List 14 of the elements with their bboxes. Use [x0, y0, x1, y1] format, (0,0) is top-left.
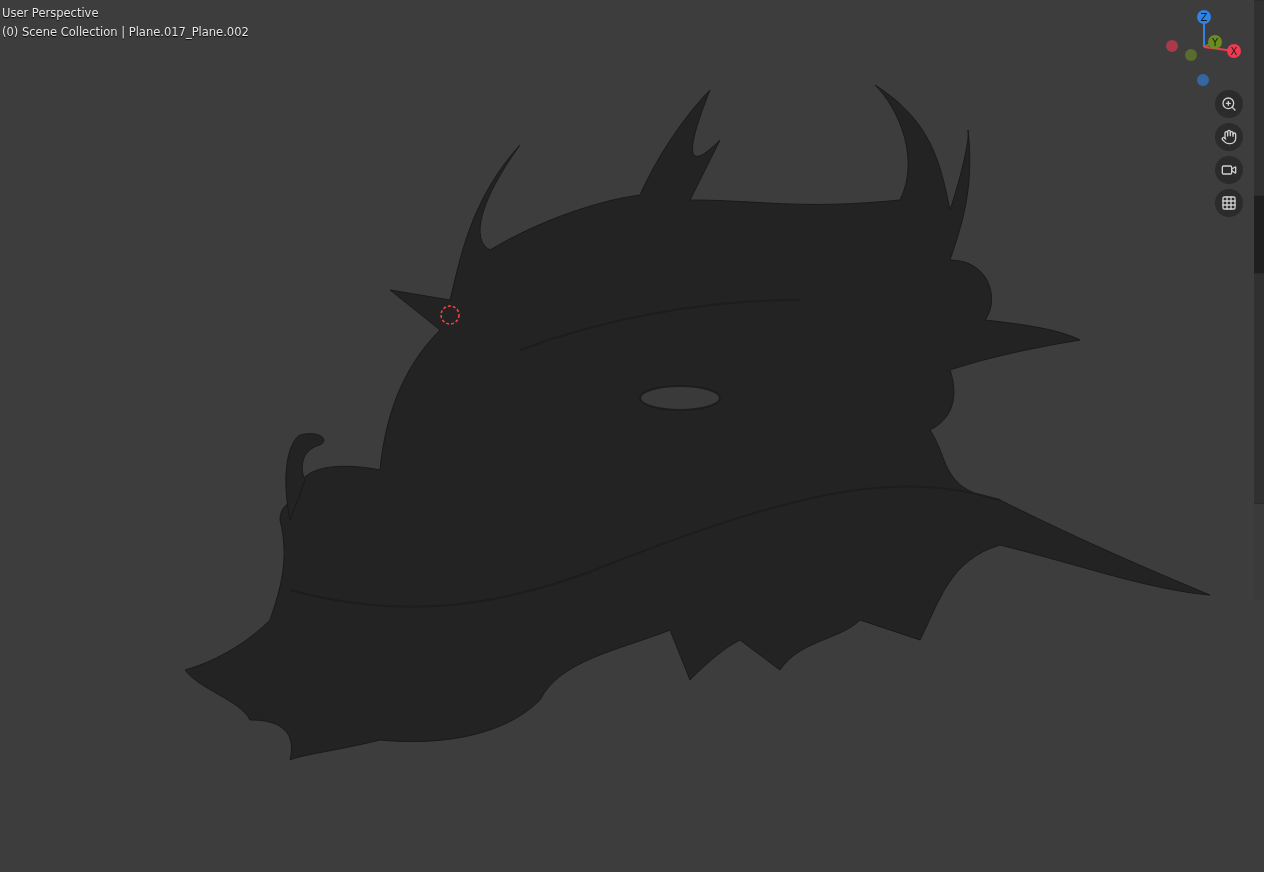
axis-gizmo[interactable]: Z Y X	[1160, 0, 1250, 95]
axis-handle[interactable]: Y	[1208, 35, 1222, 49]
camera-icon[interactable]	[1215, 156, 1243, 184]
negative-axis-dot[interactable]	[1166, 40, 1178, 52]
axis-handle[interactable]: Z	[1197, 10, 1211, 24]
hand-icon[interactable]	[1215, 123, 1243, 151]
zoom-icon[interactable]	[1215, 90, 1243, 118]
negative-axis-dot[interactable]	[1185, 49, 1197, 61]
grid-icon[interactable]	[1215, 189, 1243, 217]
view-name: User Perspective	[2, 6, 100, 20]
3d-cursor-icon	[439, 304, 461, 326]
object-info: (0) Scene Collection | Plane.017_Plane.002	[2, 25, 249, 39]
axis-handle[interactable]: X	[1227, 44, 1241, 58]
negative-axis-dot[interactable]	[1197, 74, 1209, 86]
